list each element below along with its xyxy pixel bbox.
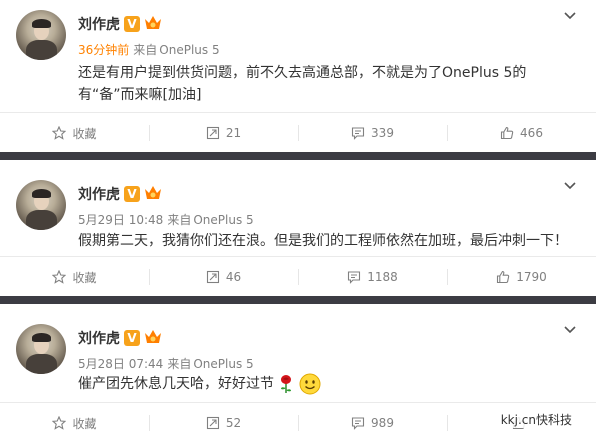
post-time[interactable]: 5月29日 10:48 (78, 213, 163, 227)
from-label: 来自 (167, 357, 192, 371)
from-label: 来自 (133, 43, 158, 57)
chevron-down-icon[interactable] (564, 326, 576, 334)
star-icon (52, 270, 67, 284)
post-time[interactable]: 5月28日 07:44 (78, 357, 163, 371)
thumbs-up-icon (497, 270, 510, 284)
favorite-button[interactable]: 收藏 (0, 113, 149, 153)
post-meta: 5月29日 10:48 来自 OnePlus 5 (78, 211, 254, 228)
author-avatar[interactable] (16, 324, 66, 374)
comment-icon (351, 127, 365, 140)
comment-count: 1188 (367, 270, 398, 284)
verified-badge-icon: V (124, 186, 140, 202)
repost-count: 52 (225, 416, 242, 430)
post-separator (0, 152, 596, 160)
smile-emoji-icon (299, 373, 321, 395)
chevron-down-icon[interactable] (564, 182, 576, 190)
repost-count: 46 (225, 270, 242, 284)
thumbs-up-icon (500, 126, 514, 140)
post-meta: 36分钟前 来自 OnePlus 5 (78, 41, 220, 58)
star-icon (52, 416, 67, 430)
member-crown-icon[interactable] (144, 15, 162, 31)
weibo-post-2: 刘作虎 V 5月29日 10:48 来自 OnePlus 5 假期第二天，我猜你们还… (0, 160, 596, 296)
repost-button[interactable]: 46 (149, 257, 298, 297)
verified-badge-icon: V (124, 16, 140, 32)
post-content: 催产团先休息几天哈，好好过节 (78, 373, 578, 395)
member-crown-icon[interactable] (144, 185, 162, 201)
star-icon (52, 126, 67, 140)
post-text: 假期第二天，我猜你们还在浪。但是我们的工程师依然在加班，最后冲刺一下！ (78, 233, 568, 249)
favorite-label: 收藏 (72, 126, 97, 141)
repost-icon (206, 270, 219, 284)
favorite-button[interactable]: 收藏 (0, 403, 149, 438)
post-source[interactable]: OnePlus 5 (193, 357, 253, 371)
author-name[interactable]: 刘作虎 (78, 184, 120, 204)
post-meta: 5月28日 07:44 来自 OnePlus 5 (78, 355, 254, 372)
post-text: 催产团先休息几天哈，好好过节 (78, 376, 274, 392)
like-button[interactable]: 466 (447, 113, 596, 153)
weibo-post-1: 刘作虎 V 36分钟前 来自 OnePlus 5 还是有用户提到供货问题，前不久去高… (0, 0, 596, 152)
member-crown-icon[interactable] (144, 329, 162, 345)
like-button[interactable]: 1790 (447, 257, 596, 297)
repost-icon (206, 126, 219, 140)
favorite-button[interactable]: 收藏 (0, 257, 149, 297)
repost-button[interactable]: 21 (149, 113, 298, 153)
comment-icon (351, 417, 365, 430)
author-name[interactable]: 刘作虎 (78, 14, 120, 34)
comment-count: 339 (371, 126, 394, 140)
comment-button[interactable]: 339 (298, 113, 447, 153)
like-count: 1790 (516, 270, 547, 284)
action-bar: 收藏 21 339 466 (0, 112, 596, 152)
action-bar: 收藏 46 1188 1790 (0, 256, 596, 296)
comment-button[interactable]: 1188 (298, 257, 447, 297)
post-separator (0, 296, 596, 304)
author-avatar[interactable] (16, 10, 66, 60)
favorite-label: 收藏 (72, 270, 97, 285)
favorite-label: 收藏 (72, 416, 97, 431)
repost-count: 21 (225, 126, 242, 140)
author-avatar[interactable] (16, 180, 66, 230)
post-text: 还是有用户提到供货问题，前不久去高通总部，不就是为了OnePlus 5的有“备”… (78, 65, 527, 103)
verified-badge-icon: V (124, 330, 140, 346)
chevron-down-icon[interactable] (564, 12, 576, 20)
from-label: 来自 (167, 213, 192, 227)
repost-icon (206, 416, 219, 430)
watermark: kkj.cn快科技 (498, 411, 574, 428)
author-name[interactable]: 刘作虎 (78, 328, 120, 348)
post-source[interactable]: OnePlus 5 (159, 43, 219, 57)
like-count: 466 (520, 126, 543, 140)
comment-button[interactable]: 989 (298, 403, 447, 438)
rose-emoji-icon (281, 375, 292, 393)
comment-count: 989 (371, 416, 394, 430)
comment-icon (348, 271, 361, 284)
post-time[interactable]: 36分钟前 (78, 43, 129, 57)
post-source[interactable]: OnePlus 5 (193, 213, 253, 227)
repost-button[interactable]: 52 (149, 403, 298, 438)
